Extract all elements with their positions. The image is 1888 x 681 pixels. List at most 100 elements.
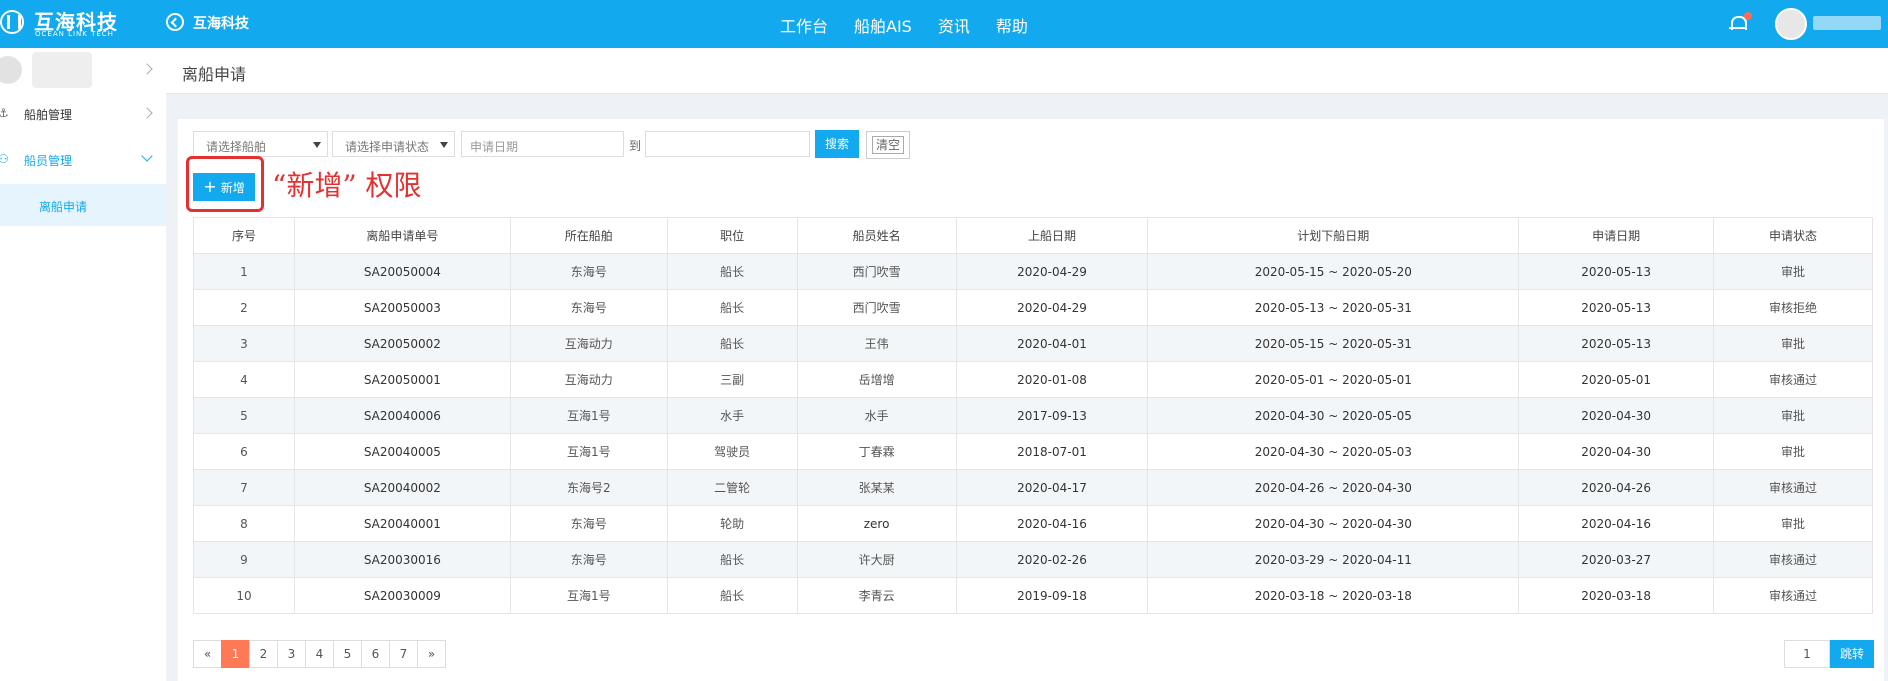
cell-application-no[interactable]: SA20040006 [293, 397, 511, 434]
chevron-down-icon [141, 150, 153, 162]
cell-application-no[interactable]: SA20040001 [293, 505, 511, 542]
nav-item-workbench[interactable]: 工作台 [780, 13, 828, 37]
logo-icon [0, 10, 24, 34]
cell-application-no[interactable]: SA20050004 [293, 253, 511, 290]
column-header: 船员姓名 [796, 217, 957, 254]
column-header: 所在船舶 [509, 217, 668, 254]
cell-crew-name: 水手 [796, 397, 957, 434]
cell-ship: 互海动力 [509, 325, 668, 362]
page-prev-button[interactable]: « [193, 640, 222, 668]
clear-button-label: 清空 [871, 136, 904, 154]
page-button[interactable]: 3 [277, 640, 306, 668]
nav-item-ship-ais[interactable]: 船舶AIS [854, 13, 912, 37]
goto-page-input[interactable]: 1 [1784, 640, 1830, 668]
cell-crew-name: zero [796, 505, 957, 542]
cell-apply-date: 2020-05-13 [1518, 289, 1715, 326]
cell-application-no[interactable]: SA20030016 [293, 541, 511, 578]
cell-apply-date: 2020-03-18 [1518, 577, 1715, 614]
page-button[interactable]: 2 [249, 640, 278, 668]
cell-index: 2 [193, 289, 295, 326]
cell-status[interactable]: 审批 [1713, 433, 1873, 470]
back-label[interactable]: 互海科技 [193, 13, 249, 33]
cell-status[interactable]: 审核通过 [1713, 361, 1873, 398]
status-select[interactable]: 请选择申请状态 [332, 131, 455, 157]
cell-status[interactable]: 审核通过 [1713, 577, 1873, 614]
cell-ship: 互海1号 [509, 397, 668, 434]
clear-button[interactable]: 清空 [866, 131, 910, 159]
cell-application-no[interactable]: SA20040005 [293, 433, 511, 470]
table-row[interactable]: 4 SA20050001 互海动力 三副 岳增增 2020-01-08 2020… [193, 361, 1873, 398]
cell-board-date: 2020-04-16 [955, 505, 1149, 542]
table-row[interactable]: 2 SA20050003 东海号 船长 西门吹雪 2020-04-29 2020… [193, 289, 1873, 326]
logo[interactable]: 互海科技 OCEAN LINK TECH [0, 6, 140, 42]
cell-status[interactable]: 审核通过 [1713, 541, 1873, 578]
end-date-input[interactable] [645, 131, 810, 157]
cell-planned-leave-date: 2020-04-30 ~ 2020-05-05 [1147, 397, 1520, 434]
page-button[interactable]: 4 [305, 640, 334, 668]
cell-board-date: 2020-04-01 [955, 325, 1149, 362]
sidebar-item-ship-management[interactable]: ⚓ 船舶管理 [0, 92, 166, 136]
sidebar-subitem-leave-application[interactable]: 离船申请 [0, 184, 166, 226]
cell-position: 船长 [666, 253, 798, 290]
ship-select[interactable]: 请选择船舶 [193, 131, 328, 157]
nav-item-news[interactable]: 资讯 [938, 13, 970, 37]
cell-apply-date: 2020-05-13 [1518, 253, 1715, 290]
user-name-redacted[interactable] [1813, 16, 1881, 30]
goto-page-button[interactable]: 跳转 [1830, 640, 1874, 668]
table-row[interactable]: 5 SA20040006 互海1号 水手 水手 2017-09-13 2020-… [193, 397, 1873, 434]
cell-index: 8 [193, 505, 295, 542]
cell-board-date: 2018-07-01 [955, 433, 1149, 470]
cell-position: 三副 [666, 361, 798, 398]
cell-application-no[interactable]: SA20050001 [293, 361, 511, 398]
cell-application-no[interactable]: SA20050003 [293, 289, 511, 326]
status-select-placeholder: 请选择申请状态 [345, 140, 430, 154]
cell-apply-date: 2020-04-16 [1518, 505, 1715, 542]
table-row[interactable]: 8 SA20040001 东海号 轮助 zero 2020-04-16 2020… [193, 505, 1873, 542]
page-button[interactable]: 6 [361, 640, 390, 668]
page-button[interactable]: 7 [389, 640, 418, 668]
nav-item-help[interactable]: 帮助 [996, 13, 1028, 37]
cell-ship: 东海号2 [509, 469, 668, 506]
cell-index: 6 [193, 433, 295, 470]
bell-icon[interactable] [1729, 14, 1747, 30]
cell-status[interactable]: 审批 [1713, 397, 1873, 434]
cell-status[interactable]: 审批 [1713, 505, 1873, 542]
logo-subtext: OCEAN LINK TECH [35, 30, 114, 38]
page-button-current[interactable]: 1 [221, 640, 250, 668]
table-header-row: 序号 离船申请单号 所在船舶 职位 船员姓名 上船日期 计划下船日期 申请日期 … [193, 217, 1873, 254]
cell-application-no[interactable]: SA20030009 [293, 577, 511, 614]
cell-status[interactable]: 审批 [1713, 325, 1873, 362]
cell-status[interactable]: 审批 [1713, 253, 1873, 290]
column-header: 申请状态 [1713, 217, 1873, 254]
table-row[interactable]: 9 SA20030016 东海号 船长 许大厨 2020-02-26 2020-… [193, 541, 1873, 578]
cell-application-no[interactable]: SA20050002 [293, 325, 511, 362]
leave-application-table: 序号 离船申请单号 所在船舶 职位 船员姓名 上船日期 计划下船日期 申请日期 … [193, 217, 1873, 614]
start-date-input[interactable]: 申请日期 [461, 131, 624, 157]
sidebar-avatar [0, 56, 22, 84]
table-row[interactable]: 1 SA20050004 东海号 船长 西门吹雪 2020-04-29 2020… [193, 253, 1873, 290]
sidebar-user[interactable] [0, 48, 166, 92]
cell-index: 1 [193, 253, 295, 290]
table-row[interactable]: 3 SA20050002 互海动力 船长 王伟 2020-04-01 2020-… [193, 325, 1873, 362]
add-button[interactable]: + 新增 [193, 173, 255, 201]
avatar[interactable] [1775, 8, 1807, 40]
caret-down-icon [440, 142, 448, 148]
cell-status[interactable]: 审核通过 [1713, 469, 1873, 506]
chevron-right-icon [141, 63, 153, 75]
search-button[interactable]: 搜索 [815, 130, 859, 158]
table-row[interactable]: 6 SA20040005 互海1号 驾驶员 丁春霖 2018-07-01 202… [193, 433, 1873, 470]
pagination: « 1 2 3 4 5 6 7 » [193, 640, 446, 668]
caret-down-icon [313, 142, 321, 148]
cell-position: 船长 [666, 289, 798, 326]
cell-application-no[interactable]: SA20040002 [293, 469, 511, 506]
sidebar-item-crew-management[interactable]: ⚇ 船员管理 [0, 138, 166, 182]
table-row[interactable]: 7 SA20040002 东海号2 二管轮 张某某 2020-04-17 202… [193, 469, 1873, 506]
cell-position: 二管轮 [666, 469, 798, 506]
top-bar: 互海科技 OCEAN LINK TECH 互海科技 工作台 船舶AIS 资讯 帮… [0, 0, 1888, 48]
page-next-button[interactable]: » [417, 640, 446, 668]
back-arrow-icon[interactable] [166, 13, 184, 31]
table-row[interactable]: 10 SA20030009 互海1号 船长 李青云 2019-09-18 202… [193, 577, 1873, 614]
cell-status[interactable]: 审核拒绝 [1713, 289, 1873, 326]
cell-index: 3 [193, 325, 295, 362]
page-button[interactable]: 5 [333, 640, 362, 668]
